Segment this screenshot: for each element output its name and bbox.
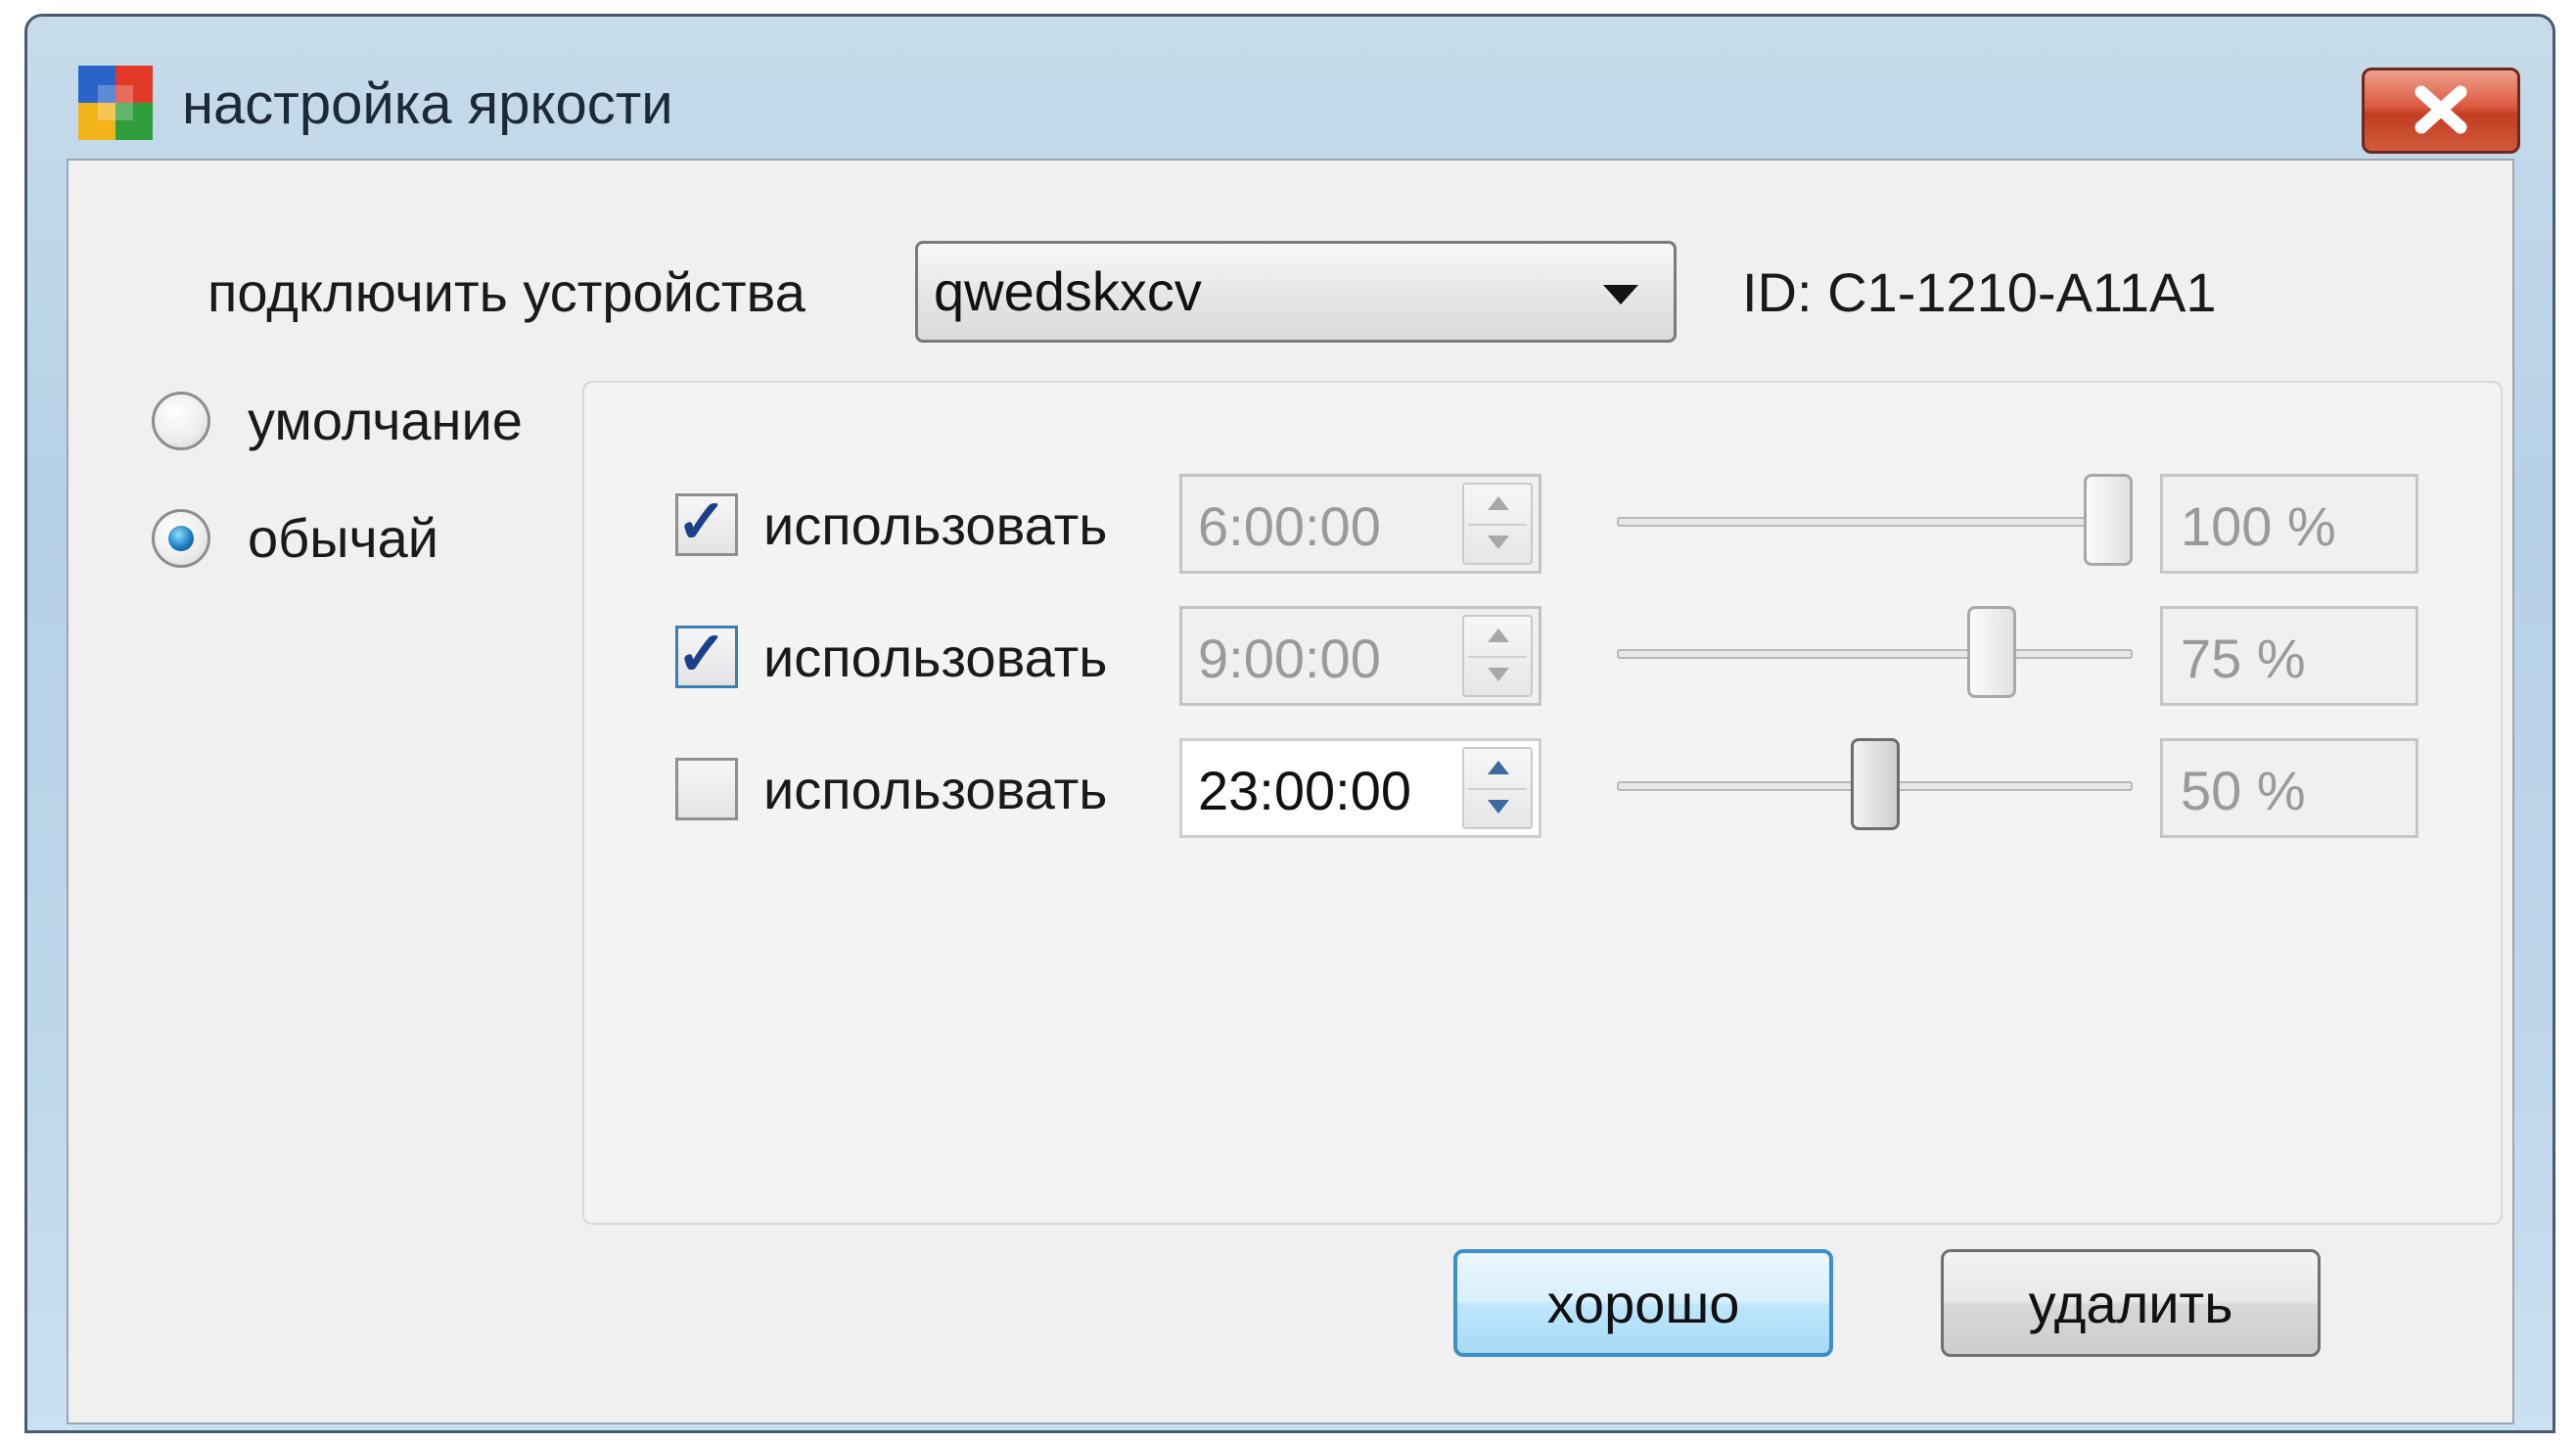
title-bar[interactable]: настройка яркости	[27, 17, 2553, 154]
percent-field-2: 75 %	[2160, 606, 2418, 706]
use-checkbox-3[interactable]	[675, 758, 738, 820]
arrow-up-icon[interactable]	[1488, 761, 1509, 774]
radio-custom[interactable]	[152, 509, 210, 568]
spinner-divider	[1468, 524, 1527, 526]
slider-thumb[interactable]	[1966, 606, 2016, 698]
brightness-slider-2[interactable]	[1617, 606, 2133, 706]
time-field-3[interactable]: 23:00:00	[1179, 738, 1541, 838]
use-label-3: использовать	[763, 759, 1108, 820]
percent-field-1: 100 %	[2160, 474, 2418, 574]
ok-button[interactable]: хорошо	[1453, 1249, 1833, 1357]
percent-value-3: 50 %	[2181, 760, 2306, 821]
brightness-settings-window: настройка яркости подключить устройства …	[24, 14, 2555, 1433]
time-value-1: 6:00:00	[1198, 495, 1381, 557]
percent-value-2: 75 %	[2181, 628, 2306, 689]
slider-thumb[interactable]	[2084, 474, 2133, 566]
device-dropdown-value: qwedskxcv	[934, 260, 1202, 322]
time-value-3: 23:00:00	[1198, 760, 1411, 821]
arrow-down-icon[interactable]	[1488, 668, 1509, 681]
chevron-down-icon[interactable]	[1603, 285, 1638, 304]
time-spinner-1[interactable]	[1462, 483, 1533, 565]
spinner-divider	[1468, 656, 1527, 658]
device-dropdown[interactable]: qwedskxcv	[915, 241, 1677, 343]
arrow-down-icon[interactable]	[1488, 536, 1509, 549]
close-icon	[2415, 85, 2467, 134]
use-checkbox-1[interactable]: ✓	[675, 489, 738, 556]
device-id: ID: C1-1210-A11A1	[1742, 261, 2217, 323]
percent-field-3: 50 %	[2160, 738, 2418, 838]
brightness-slider-3[interactable]	[1617, 738, 2133, 838]
time-spinner-2[interactable]	[1462, 615, 1533, 697]
arrow-down-icon[interactable]	[1488, 800, 1509, 814]
time-value-2: 9:00:00	[1198, 628, 1381, 689]
arrow-up-icon[interactable]	[1488, 496, 1509, 510]
device-label: подключить устройства	[207, 261, 805, 323]
brightness-slider-1[interactable]	[1617, 474, 2133, 574]
use-label-1: использовать	[763, 494, 1108, 556]
delete-button[interactable]: удалить	[1941, 1249, 2321, 1357]
radio-selected-dot	[168, 526, 194, 551]
radio-default[interactable]	[152, 392, 210, 450]
slider-thumb[interactable]	[1850, 738, 1900, 830]
app-logo-icon	[78, 66, 153, 140]
spinner-divider	[1468, 788, 1527, 790]
close-button[interactable]	[2362, 68, 2520, 154]
radio-default-label: умолчание	[248, 390, 523, 451]
time-field-2[interactable]: 9:00:00	[1179, 606, 1541, 706]
slider-track	[1617, 517, 2133, 527]
checkmark-icon: ✓	[676, 489, 727, 556]
use-checkbox-2[interactable]: ✓	[675, 621, 738, 688]
checkmark-icon: ✓	[676, 621, 727, 688]
arrow-up-icon[interactable]	[1488, 629, 1509, 642]
percent-value-1: 100 %	[2181, 495, 2336, 557]
time-spinner-3[interactable]	[1462, 747, 1533, 829]
slider-track	[1617, 649, 2133, 659]
use-label-2: использовать	[763, 627, 1108, 688]
time-field-1[interactable]: 6:00:00	[1179, 474, 1541, 574]
dialog-content: подключить устройства qwedskxcv ID: C1-1…	[67, 159, 2514, 1424]
window-title: настройка яркости	[182, 72, 673, 136]
radio-custom-label: обычай	[248, 507, 439, 569]
